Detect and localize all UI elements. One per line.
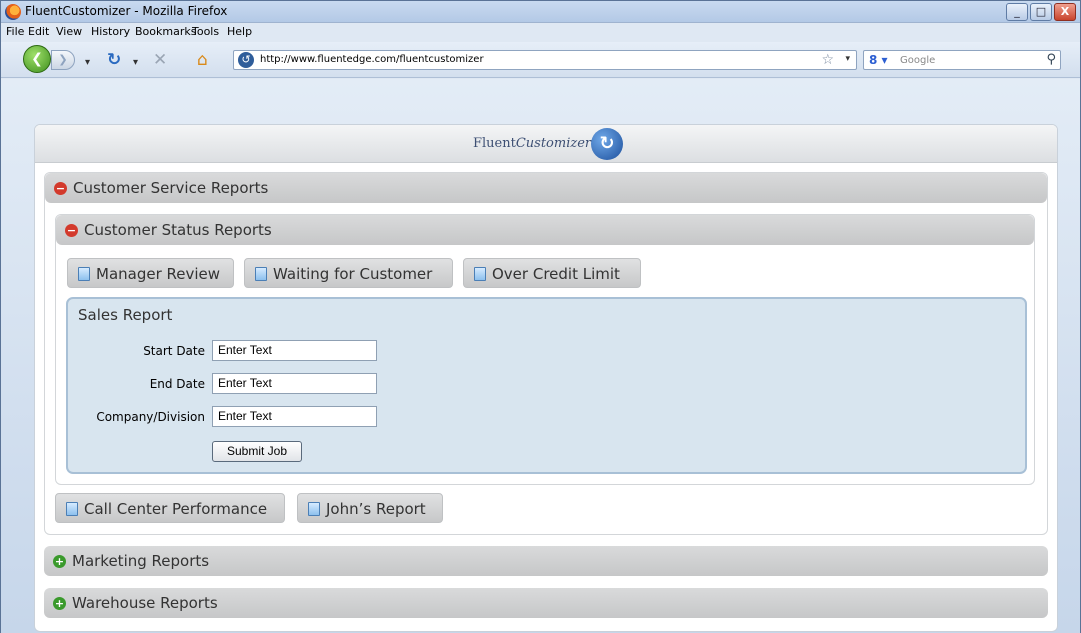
site-favicon-icon: ↺ bbox=[238, 52, 254, 68]
browser-window: FluentCustomizer - Mozilla Firefox _ □ X… bbox=[0, 0, 1081, 633]
url-dropdown-icon[interactable]: ▾ bbox=[845, 54, 850, 64]
report-button-call-center-performance[interactable]: Call Center Performance bbox=[55, 493, 285, 523]
section-header-warehouse[interactable]: + Warehouse Reports bbox=[44, 588, 1048, 618]
start-date-label: Start Date bbox=[143, 344, 205, 358]
report-document-icon bbox=[308, 502, 320, 516]
url-bar[interactable]: ↺ http://www.fluentedge.com/fluentcustom… bbox=[233, 50, 857, 70]
stop-icon[interactable]: ✕ bbox=[153, 51, 167, 69]
company-division-input[interactable]: Enter Text bbox=[212, 406, 377, 427]
forward-button[interactable]: ❯ bbox=[51, 50, 75, 70]
expand-icon[interactable]: + bbox=[53, 597, 66, 610]
section-customer-service: − Customer Service Reports − Customer St… bbox=[44, 172, 1048, 535]
history-dropdown-icon[interactable]: ▾ bbox=[85, 54, 90, 72]
collapse-icon[interactable]: − bbox=[54, 182, 67, 195]
menu-bar: File Edit View History Bookmarks Tools H… bbox=[1, 23, 1080, 42]
report-button-over-credit-limit[interactable]: Over Credit Limit bbox=[463, 258, 641, 288]
report-button-johns-report[interactable]: John’s Report bbox=[297, 493, 443, 523]
collapse-icon[interactable]: − bbox=[65, 224, 78, 237]
menu-file[interactable]: File bbox=[6, 25, 24, 38]
section-customer-status: − Customer Status Reports Manager Review… bbox=[55, 214, 1035, 485]
url-text[interactable]: http://www.fluentedge.com/fluentcustomiz… bbox=[260, 54, 484, 65]
app-header: FluentCustomizer ↻ bbox=[35, 125, 1057, 163]
report-button-waiting-for-customer[interactable]: Waiting for Customer bbox=[244, 258, 453, 288]
search-bar[interactable]: 8 ▾ Google ⚲ bbox=[863, 50, 1061, 70]
menu-help[interactable]: Help bbox=[227, 25, 252, 38]
reload-icon[interactable]: ↻ bbox=[107, 51, 121, 69]
logo-swirl-icon: ↻ bbox=[591, 128, 623, 160]
submit-job-button[interactable]: Submit Job bbox=[212, 441, 302, 462]
search-icon[interactable]: ⚲ bbox=[1046, 52, 1056, 67]
menu-view[interactable]: View bbox=[56, 25, 82, 38]
search-placeholder: Google bbox=[900, 55, 936, 66]
window-title: FluentCustomizer - Mozilla Firefox bbox=[25, 4, 228, 18]
title-bar: FluentCustomizer - Mozilla Firefox _ □ X bbox=[1, 1, 1080, 23]
section-header-customer-service[interactable]: − Customer Service Reports bbox=[45, 173, 1047, 203]
report-document-icon bbox=[78, 267, 90, 281]
page-content: FluentCustomizer ↻ − Customer Service Re… bbox=[1, 79, 1080, 633]
report-document-icon bbox=[474, 267, 486, 281]
end-date-input[interactable]: Enter Text bbox=[212, 373, 377, 394]
end-date-label: End Date bbox=[149, 377, 205, 391]
section-warehouse: + Warehouse Reports bbox=[44, 588, 1048, 619]
start-date-input[interactable]: Enter Text bbox=[212, 340, 377, 361]
report-document-icon bbox=[255, 267, 267, 281]
section-marketing: + Marketing Reports bbox=[44, 546, 1048, 577]
bookmark-star-icon[interactable]: ☆ bbox=[821, 52, 834, 68]
report-button-manager-review[interactable]: Manager Review bbox=[67, 258, 234, 288]
back-button[interactable]: ❮ bbox=[23, 45, 51, 73]
maximize-button[interactable]: □ bbox=[1030, 3, 1052, 21]
menu-history[interactable]: History bbox=[91, 25, 130, 38]
app-logo: FluentCustomizer bbox=[473, 136, 592, 151]
expand-icon[interactable]: + bbox=[53, 555, 66, 568]
navigation-toolbar: ❮ ❯ ▾ ↻ ▾ ✕ ⌂ ↺ http://www.fluentedge.co… bbox=[1, 42, 1080, 78]
firefox-icon bbox=[5, 4, 21, 20]
minimize-button[interactable]: _ bbox=[1006, 3, 1028, 21]
sales-report-form: Sales Report Start Date Enter Text End D… bbox=[66, 297, 1027, 474]
company-division-label: Company/Division bbox=[96, 410, 205, 424]
reload-dropdown-icon[interactable]: ▾ bbox=[133, 54, 138, 72]
google-search-engine-icon[interactable]: 8 ▾ bbox=[869, 53, 888, 67]
menu-edit[interactable]: Edit bbox=[28, 25, 49, 38]
menu-bookmarks[interactable]: Bookmarks bbox=[135, 25, 196, 38]
section-header-customer-status[interactable]: − Customer Status Reports bbox=[56, 215, 1034, 245]
close-button[interactable]: X bbox=[1054, 3, 1076, 21]
home-icon[interactable]: ⌂ bbox=[197, 51, 208, 69]
menu-tools[interactable]: Tools bbox=[192, 25, 219, 38]
fluentcustomizer-app: FluentCustomizer ↻ − Customer Service Re… bbox=[34, 124, 1058, 632]
section-header-marketing[interactable]: + Marketing Reports bbox=[44, 546, 1048, 576]
form-title: Sales Report bbox=[78, 306, 173, 324]
report-document-icon bbox=[66, 502, 78, 516]
